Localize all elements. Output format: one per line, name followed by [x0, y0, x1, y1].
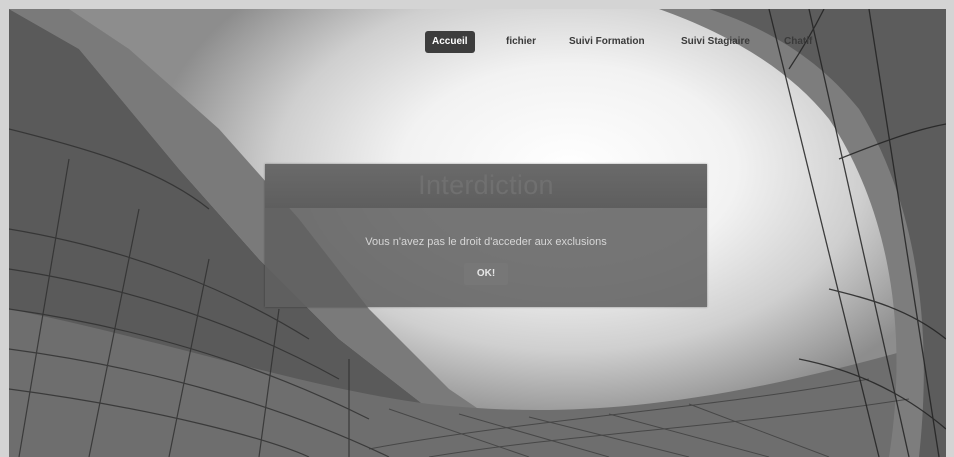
dialog-message: Vous n'avez pas le droit d'acceder aux e…: [365, 236, 607, 248]
nav-suivi-formation[interactable]: Suivi Formation: [562, 31, 652, 53]
nav-accueil[interactable]: Accueil: [425, 31, 475, 53]
ok-button[interactable]: OK!: [464, 263, 508, 285]
page: Accueil fichier Suivi Formation Suivi St…: [0, 0, 954, 457]
nav-chatif[interactable]: Chatif: [777, 31, 819, 53]
interdiction-dialog: Interdiction Vous n'avez pas le droit d'…: [265, 164, 707, 307]
nav-fichier[interactable]: fichier: [499, 31, 543, 53]
nav-suivi-stagiaire[interactable]: Suivi Stagiaire: [674, 31, 757, 53]
top-navigation: Accueil fichier Suivi Formation Suivi St…: [9, 31, 946, 55]
dialog-title: Interdiction: [418, 170, 554, 200]
